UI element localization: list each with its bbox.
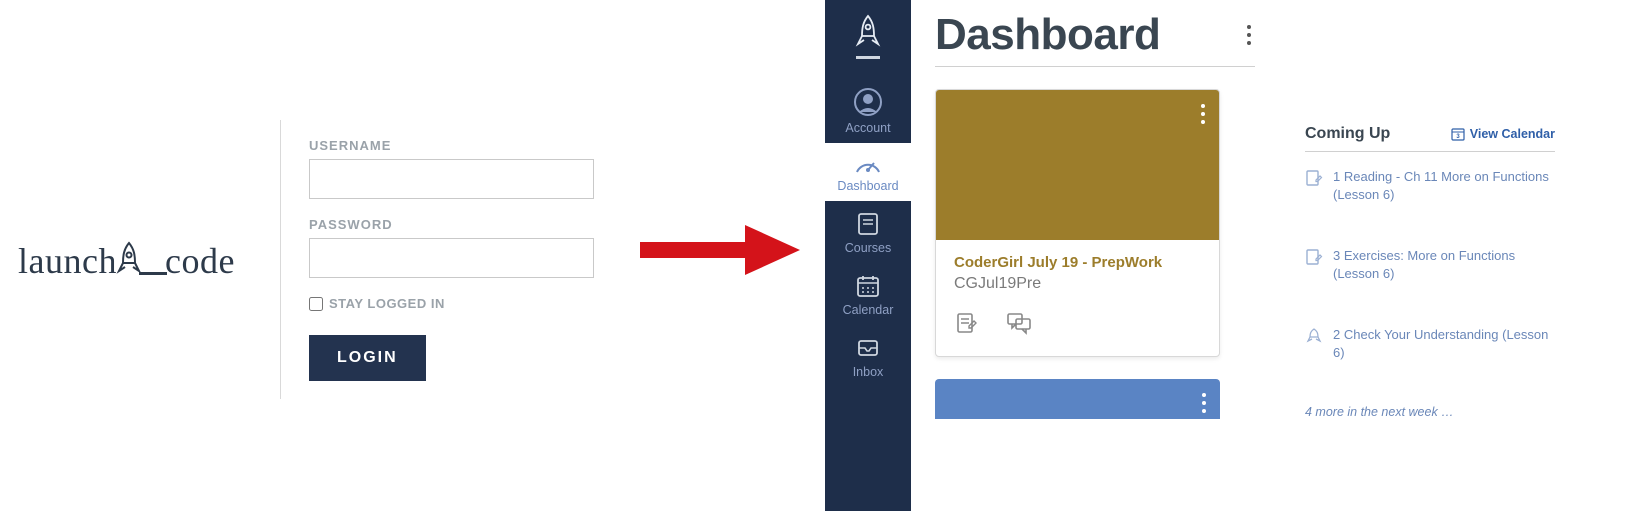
calendar-small-icon: 3 [1451, 127, 1465, 141]
sidebar-item-label: Calendar [843, 303, 894, 317]
stay-logged-in-label: STAY LOGGED IN [329, 296, 445, 311]
course-card-2[interactable] [935, 379, 1220, 419]
card-options-button[interactable] [1198, 389, 1210, 417]
logo-text-right: code [165, 241, 235, 281]
password-input[interactable] [309, 238, 594, 278]
upcoming-item-text: 3 Exercises: More on Functions (Lesson 6… [1333, 247, 1555, 282]
sidebar-item-label: Courses [845, 241, 892, 255]
stay-logged-in-checkbox[interactable] [309, 297, 323, 311]
launchcode-logo: launch code [0, 120, 280, 288]
svg-text:3: 3 [1456, 134, 1460, 140]
dashboard-header: Dashboard [935, 10, 1255, 67]
course-card-subtitle: CGJul19Pre [954, 275, 1201, 293]
card-options-button[interactable] [1197, 100, 1209, 128]
logo-underline [139, 272, 167, 275]
assignments-icon[interactable] [954, 311, 978, 340]
sidebar-item-account[interactable]: Account [825, 77, 911, 143]
password-label: PASSWORD [309, 217, 600, 232]
username-input[interactable] [309, 159, 594, 199]
sidebar-item-dashboard[interactable]: Dashboard [825, 143, 911, 201]
upcoming-item-text: 1 Reading - Ch 11 More on Functions (Les… [1333, 168, 1555, 203]
rocket-icon [115, 241, 143, 288]
upcoming-item[interactable]: 2 Check Your Understanding (Lesson 6) [1305, 326, 1555, 361]
assignment-icon [1305, 248, 1323, 271]
upcoming-item[interactable]: 1 Reading - Ch 11 More on Functions (Les… [1305, 168, 1555, 203]
sidebar-item-label: Inbox [853, 365, 884, 379]
coming-up-panel: Coming Up 3 View Calendar 1 Reading - Ch… [1305, 125, 1555, 419]
discussions-icon[interactable] [1006, 311, 1032, 340]
sidebar-logo[interactable] [853, 14, 883, 59]
rocket-icon [853, 14, 883, 50]
username-label: USERNAME [309, 138, 600, 153]
logo-text-left: launch [18, 241, 117, 281]
login-form: USERNAME PASSWORD STAY LOGGED IN LOGIN [280, 120, 600, 399]
dashboard-options-button[interactable] [1243, 21, 1255, 49]
sidebar-item-calendar[interactable]: Calendar [825, 263, 911, 325]
book-icon [855, 211, 881, 237]
user-circle-icon [853, 87, 883, 117]
login-panel: launch code USERNAME PASSWORD STAY LOGGED… [0, 120, 610, 399]
more-upcoming-link[interactable]: 4 more in the next week … [1305, 405, 1555, 419]
sidebar-item-label: Account [845, 121, 890, 135]
coming-up-title: Coming Up [1305, 125, 1390, 143]
course-card-hero [936, 90, 1219, 240]
view-calendar-link[interactable]: 3 View Calendar [1451, 127, 1555, 141]
sidebar-item-inbox[interactable]: Inbox [825, 325, 911, 387]
course-card[interactable]: CoderGirl July 19 - PrepWork CGJul19Pre [935, 89, 1220, 357]
inbox-icon [855, 335, 881, 361]
course-card-title: CoderGirl July 19 - PrepWork [954, 254, 1201, 271]
upcoming-item-text: 2 Check Your Understanding (Lesson 6) [1333, 326, 1555, 361]
upcoming-item[interactable]: 3 Exercises: More on Functions (Lesson 6… [1305, 247, 1555, 282]
page-title: Dashboard [935, 10, 1160, 60]
assignment-icon [1305, 169, 1323, 192]
quiz-icon [1305, 327, 1323, 350]
arrow-icon [640, 225, 800, 280]
sidebar-item-courses[interactable]: Courses [825, 201, 911, 263]
calendar-icon [855, 273, 881, 299]
sidebar: Account Dashboard Courses Calendar Inbox [825, 0, 911, 511]
gauge-icon [854, 153, 882, 175]
sidebar-item-label: Dashboard [837, 179, 898, 193]
view-calendar-label: View Calendar [1470, 127, 1555, 141]
dashboard-panel: Account Dashboard Courses Calendar Inbox… [825, 0, 1635, 511]
login-button[interactable]: LOGIN [309, 335, 426, 381]
